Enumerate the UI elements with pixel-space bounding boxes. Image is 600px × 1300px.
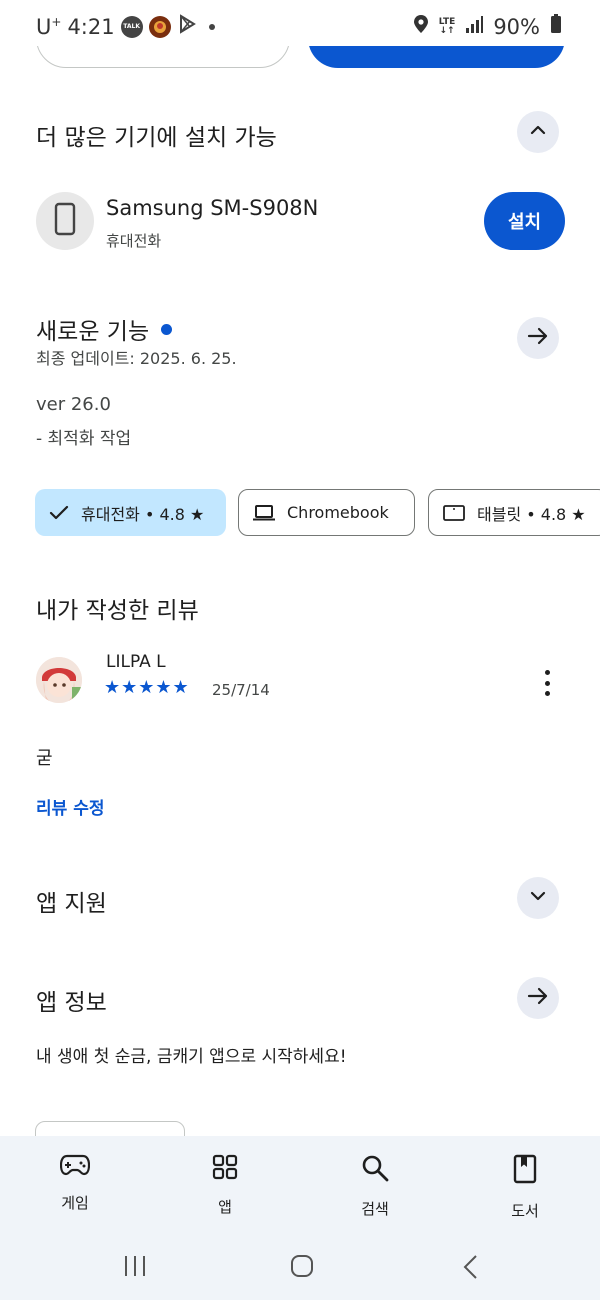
nav-label: 게임: [61, 1194, 89, 1212]
release-notes: - 최적화 작업: [36, 429, 132, 449]
app-info-arrow-button[interactable]: [517, 977, 559, 1019]
book-icon: [513, 1154, 537, 1188]
chip-tablet[interactable]: 태블릿 • 4.8 ★: [428, 489, 600, 536]
tablet-icon: [443, 504, 465, 521]
apps-grid-icon: [212, 1154, 238, 1184]
home-button[interactable]: [290, 1254, 314, 1282]
nav-item-games[interactable]: 게임: [25, 1154, 125, 1213]
review-text: 굳: [36, 748, 53, 769]
arrow-right-icon: [527, 986, 549, 1010]
chip-chromebook[interactable]: Chromebook: [238, 489, 415, 536]
battery-percent: 90%: [493, 14, 540, 39]
new-indicator-dot: [161, 324, 173, 335]
install-button[interactable]: 설치: [484, 192, 565, 250]
bottom-navigation: 게임 앱 검색 도서: [0, 1136, 600, 1300]
chip-label: Chromebook: [287, 503, 389, 522]
check-icon: [49, 505, 69, 521]
whats-new-arrow-button[interactable]: [517, 317, 559, 359]
version-text: ver 26.0: [36, 394, 111, 415]
nav-label: 앱: [218, 1198, 232, 1216]
edit-review-link[interactable]: 리뷰 수정: [36, 794, 104, 819]
chevron-up-icon: [529, 121, 547, 143]
device-name: Samsung SM-S908N: [106, 196, 319, 220]
more-vert-icon: [544, 670, 550, 675]
nav-item-apps[interactable]: 앱: [175, 1154, 275, 1217]
app-support-expand-button[interactable]: [517, 877, 559, 919]
carrier-label: U+: [36, 14, 62, 39]
reviewer-name: LILPA L: [106, 652, 166, 672]
search-icon: [361, 1154, 389, 1186]
more-notifications-dot: [208, 23, 215, 30]
more-devices-title: 더 많은 기기에 설치 가능: [36, 125, 277, 151]
device-icon-circle: [36, 192, 94, 250]
nav-label: 도서: [511, 1202, 539, 1220]
recent-apps-button[interactable]: [123, 1254, 147, 1282]
back-button[interactable]: [462, 1254, 480, 1284]
laptop-icon: [253, 504, 275, 521]
nav-item-books[interactable]: 도서: [475, 1154, 575, 1221]
system-navigation-bar: [0, 1254, 600, 1284]
phone-icon: [54, 202, 76, 240]
last-updated-text: 최종 업데이트: 2025. 6. 25.: [36, 349, 237, 368]
chevron-down-icon: [529, 887, 547, 909]
kakaotalk-icon: TALK: [120, 15, 143, 38]
more-options-button[interactable]: [535, 668, 559, 698]
chip-label: 태블릿 • 4.8 ★: [477, 504, 586, 524]
app-notification-icon: [148, 15, 171, 38]
signal-icon: [465, 15, 484, 39]
battery-icon: [550, 14, 562, 39]
nav-label: 검색: [361, 1200, 389, 1218]
lte-icon: LTE ↓↑: [438, 16, 456, 36]
device-type: 휴대전화: [106, 232, 162, 250]
gamepad-icon: [59, 1154, 91, 1180]
avatar: [36, 657, 82, 703]
review-date: 25/7/14: [212, 681, 270, 699]
app-description: 내 생애 첫 순금, 금캐기 앱으로 시작하세요!: [36, 1047, 347, 1067]
arrow-right-icon: [527, 326, 549, 350]
collapse-button[interactable]: [517, 111, 559, 153]
whats-new-title: 새로운 기능: [36, 312, 173, 346]
play-store-notification-icon: [177, 14, 197, 39]
nav-item-search[interactable]: 검색: [325, 1154, 425, 1219]
clock: 4:21: [67, 14, 115, 39]
app-support-title: 앱 지원: [36, 891, 107, 917]
status-bar: U+ 4:21 TALK LTE ↓↑ 90%: [0, 0, 600, 46]
my-review-title: 내가 작성한 리뷰: [36, 598, 199, 624]
chip-phone[interactable]: 휴대전화 • 4.8 ★: [35, 489, 226, 536]
chip-label: 휴대전화 • 4.8 ★: [81, 504, 205, 524]
star-rating: ★★★★★: [104, 677, 190, 698]
location-icon: [413, 14, 429, 39]
app-info-title: 앱 정보: [36, 990, 107, 1016]
